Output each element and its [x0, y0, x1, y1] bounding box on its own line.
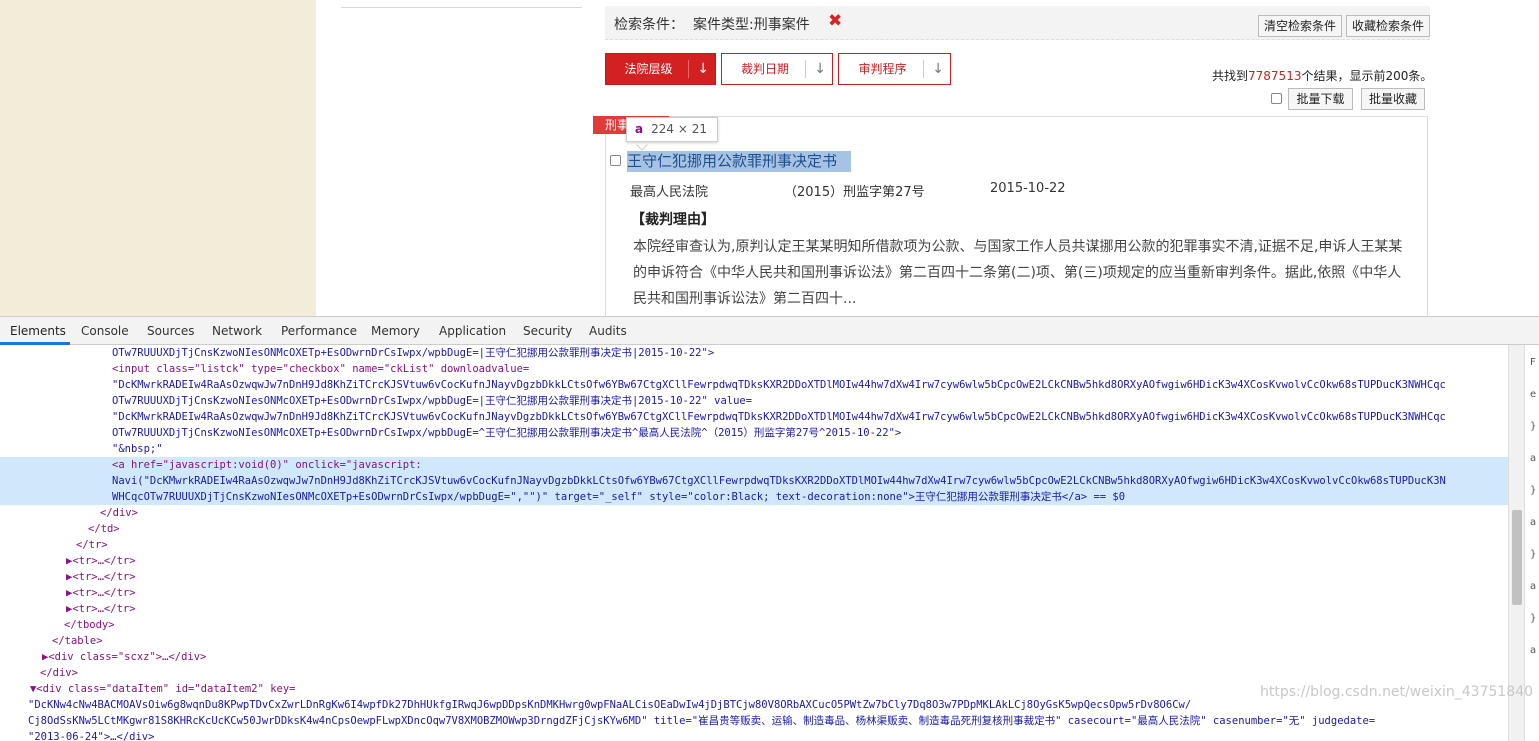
tab-network[interactable]: Network [212, 324, 262, 338]
dom-line[interactable]: WHCqcOTw7RUUUXDjTjCnsKzwoNIesONMcOXETp+E… [0, 489, 1508, 505]
tab-audits[interactable]: Audits [589, 324, 627, 338]
result-number: 7787513 [1248, 69, 1302, 83]
item-title-link[interactable]: 王守仁犯挪用公款罪刑事决定书 [627, 151, 851, 172]
styles-pane-glyph: } [1530, 613, 1537, 624]
result-count: 共找到7787513个结果，显示前200条。 [1212, 67, 1432, 84]
tab-memory[interactable]: Memory [371, 324, 420, 338]
styles-pane-glyph: } [1530, 421, 1537, 432]
remove-criteria-icon[interactable]: ✖ [828, 11, 842, 31]
dom-line[interactable]: OTw7RUUUXDjTjCnsKzwoNIesONMcOXETp+EsODwr… [0, 345, 1508, 361]
styles-pane-glyph: a [1530, 645, 1537, 656]
sort-judge-date-button[interactable]: 裁判日期 ↓ [721, 53, 833, 85]
styles-pane: Fe} a} a} a} a [1524, 345, 1539, 741]
styles-pane-glyph: e [1530, 389, 1537, 400]
criteria-value: 案件类型:刑事案件 [693, 17, 810, 33]
dom-line[interactable]: </div> [0, 665, 1508, 681]
sort-label: 裁判日期 [740, 62, 789, 76]
select-all-checkbox[interactable] [1271, 93, 1282, 104]
arrow-down-icon: ↓ [932, 61, 944, 77]
divider [805, 60, 806, 78]
dom-line[interactable]: ▶<tr>…</tr> [0, 569, 1508, 585]
dom-tree[interactable]: OTw7RUUUXDjTjCnsKzwoNIesONMcOXETp+EsODwr… [0, 345, 1508, 741]
sort-label: 法院层级 [624, 62, 673, 76]
styles-pane-glyph: } [1530, 549, 1537, 560]
tooltip-tag: a [635, 122, 644, 136]
criteria-label: 检索条件： [614, 17, 684, 33]
dom-line[interactable]: Cj8OdSsKNw5LCtMKgwr81S8KHRcKcUcKCw50JwrD… [0, 713, 1508, 729]
reason-heading: 【裁判理由】 [631, 212, 715, 228]
styles-pane-glyph: } [1530, 485, 1537, 496]
reason-text: 本院经审查认为,原判认定王某某明知所借款项为公款、与国家工作人员共谋挪用公款的犯… [633, 239, 1403, 307]
devtools-panel: Elements Console Sources Network Perform… [0, 316, 1539, 741]
dom-line[interactable]: </td> [0, 521, 1508, 537]
save-criteria-button[interactable]: 收藏检索条件 [1346, 15, 1430, 37]
dom-line[interactable]: "&nbsp;" [0, 441, 1508, 457]
result-prefix: 共找到 [1212, 69, 1249, 83]
dom-line[interactable]: Navi("DcKMwrkRADEIw4RaAsOzwqwJw7nDnH9Jd8… [0, 473, 1508, 489]
item-case-number: （2015）刑监字第27号 [784, 185, 925, 200]
dom-line[interactable]: </tbody> [0, 617, 1508, 633]
tab-security[interactable]: Security [523, 324, 572, 338]
dom-line[interactable]: "2013-06-24">…</div> [0, 729, 1508, 741]
sort-label: 审判程序 [858, 62, 907, 76]
sidebar-divider [341, 7, 582, 8]
sort-procedure-button[interactable]: 审判程序 ↓ [838, 53, 951, 85]
styles-pane-glyph: F [1530, 357, 1536, 368]
batch-favorite-button[interactable]: 批量收藏 [1361, 88, 1425, 110]
dom-line[interactable]: OTw7RUUUXDjTjCnsKzwoNIesONMcOXETp+EsODwr… [0, 393, 1508, 409]
dom-line[interactable]: <input class="listck" type="checkbox" na… [0, 361, 1508, 377]
styles-pane-glyph: a [1530, 581, 1537, 592]
arrow-down-icon: ↓ [814, 61, 826, 77]
inspect-tooltip: a 224 × 21 [626, 117, 718, 142]
scroll-thumb[interactable] [1512, 510, 1522, 605]
watermark: https://blog.csdn.net/weixin_43751840 [1260, 684, 1534, 700]
tooltip-dims: 224 × 21 [651, 122, 707, 136]
dom-line[interactable]: </tr> [0, 537, 1508, 553]
divider [688, 60, 689, 78]
dom-line[interactable]: </table> [0, 633, 1508, 649]
dom-line[interactable]: ▶<div class="scxz">…</div> [0, 649, 1508, 665]
dom-line[interactable]: ▶<tr>…</tr> [0, 601, 1508, 617]
dom-line[interactable]: OTw7RUUUXDjTjCnsKzwoNIesONMcOXETp+EsODwr… [0, 425, 1508, 441]
tab-console[interactable]: Console [81, 324, 129, 338]
divider [923, 60, 924, 78]
dom-line[interactable]: "DcKMwrkRADEIw4RaAsOzwqwJw7nDnH9Jd8KhZiT… [0, 409, 1508, 425]
dom-line[interactable]: </div> [0, 505, 1508, 521]
styles-pane-glyph: a [1530, 517, 1537, 528]
item-date: 2015-10-22 [990, 181, 1066, 196]
sort-court-level-button[interactable]: 法院层级 ↓ [605, 53, 716, 85]
clear-criteria-button[interactable]: 清空检索条件 [1258, 15, 1342, 37]
dom-line[interactable]: ▶<tr>…</tr> [0, 585, 1508, 601]
main-content: 检索条件： 案件类型:刑事案件 ✖ 清空检索条件 收藏检索条件 法院层级 ↓ 裁… [316, 0, 1539, 316]
item-court: 最高人民法院 [630, 185, 709, 200]
dom-line[interactable]: "DcKMwrkRADEIw4RaAsOzwqwJw7nDnH9Jd8KhZiT… [0, 377, 1508, 393]
dom-scrollbar[interactable] [1508, 345, 1524, 741]
tab-application[interactable]: Application [439, 324, 506, 338]
styles-pane-glyph: a [1530, 453, 1537, 464]
devtools-tab-bar: Elements Console Sources Network Perform… [0, 317, 1539, 345]
dom-line[interactable]: ▶<tr>…</tr> [0, 553, 1508, 569]
dom-line[interactable]: <a href="javascript:void(0)" onclick="ja… [0, 457, 1508, 473]
tab-sources[interactable]: Sources [147, 324, 194, 338]
arrow-down-icon: ↓ [697, 61, 709, 77]
tab-performance[interactable]: Performance [281, 324, 357, 338]
item-checkbox[interactable] [610, 155, 621, 166]
tab-elements[interactable]: Elements [10, 324, 66, 338]
batch-download-button[interactable]: 批量下载 [1288, 88, 1353, 110]
page-viewport: 检索条件： 案件类型:刑事案件 ✖ 清空检索条件 收藏检索条件 法院层级 ↓ 裁… [0, 0, 1539, 316]
result-suffix: 个结果，显示前200条。 [1301, 69, 1433, 83]
